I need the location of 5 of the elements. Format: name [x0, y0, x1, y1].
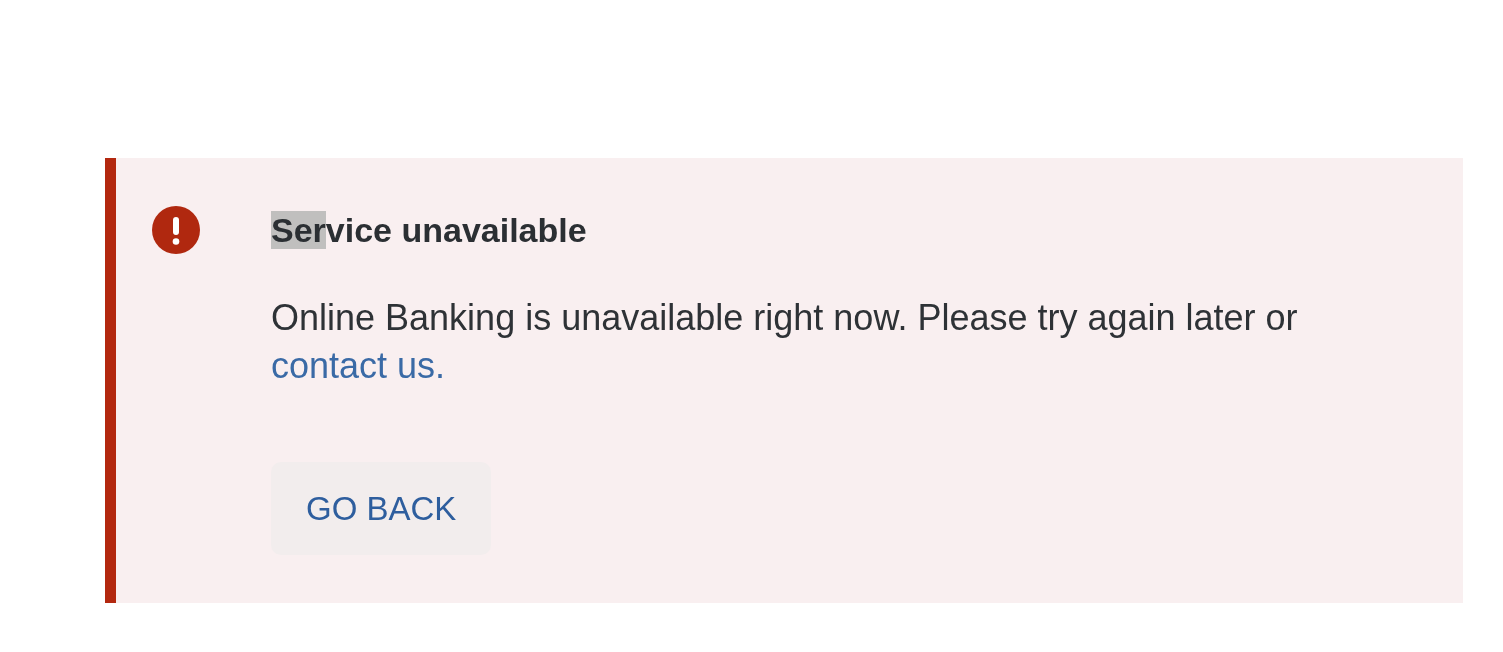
- alert-message: Online Banking is unavailable right now. Please try again later or contact us.: [271, 296, 1299, 388]
- alert-title: Service unavailable: [271, 210, 587, 251]
- exclamation-circle-icon: [152, 206, 200, 254]
- go-back-button[interactable]: GO BACK: [271, 462, 492, 555]
- contact-us-link[interactable]: contact us.: [271, 345, 446, 386]
